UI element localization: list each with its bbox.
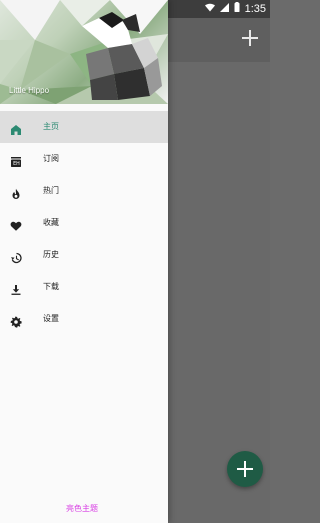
drawer-item-label: 设置: [43, 314, 59, 323]
drawer-item-subscriptions[interactable]: EH 订阅: [0, 143, 168, 175]
svg-text:EH: EH: [13, 161, 20, 167]
settings-icon: [10, 313, 22, 328]
drawer-item-history[interactable]: 历史: [0, 239, 168, 271]
drawer-item-label: 热门: [43, 186, 59, 195]
download-icon: [10, 281, 22, 295]
drawer-item-favorites[interactable]: 收藏: [0, 207, 168, 239]
drawer-item-label: 主页: [43, 122, 59, 131]
history-icon: [10, 249, 22, 264]
heart-icon: [10, 217, 22, 231]
drawer-item-label: 历史: [43, 250, 59, 259]
fire-icon: [10, 185, 22, 199]
drawer-menu: 主页 EH 订阅 热门 收藏 历史 下载 设置: [0, 111, 168, 335]
add-icon[interactable]: [240, 28, 260, 48]
drawer-item-downloads[interactable]: 下载: [0, 271, 168, 303]
navigation-drawer: Little Hippo 主页 EH 订阅 热门 收藏 历史 下载 设置 亮色主…: [0, 0, 168, 523]
cellular-signal-icon: [219, 2, 229, 15]
drawer-item-settings[interactable]: 设置: [0, 303, 168, 335]
drawer-username: Little Hippo: [9, 86, 50, 95]
subscriptions-icon: EH: [10, 153, 22, 167]
wifi-icon: [204, 3, 215, 15]
app-bar: [168, 18, 270, 63]
home-icon: [10, 121, 22, 135]
drawer-item-label: 订阅: [43, 154, 59, 163]
status-time: 1:35: [244, 2, 266, 15]
drawer-item-home[interactable]: 主页: [0, 111, 168, 143]
drawer-item-label: 下载: [43, 282, 59, 291]
battery-icon: [234, 2, 240, 15]
drawer-item-label: 收藏: [43, 218, 59, 227]
drawer-header: Little Hippo: [0, 0, 168, 104]
add-floating-button[interactable]: [227, 451, 263, 487]
drawer-item-popular[interactable]: 热门: [0, 175, 168, 207]
light-theme-link[interactable]: 亮色主题: [66, 503, 98, 514]
